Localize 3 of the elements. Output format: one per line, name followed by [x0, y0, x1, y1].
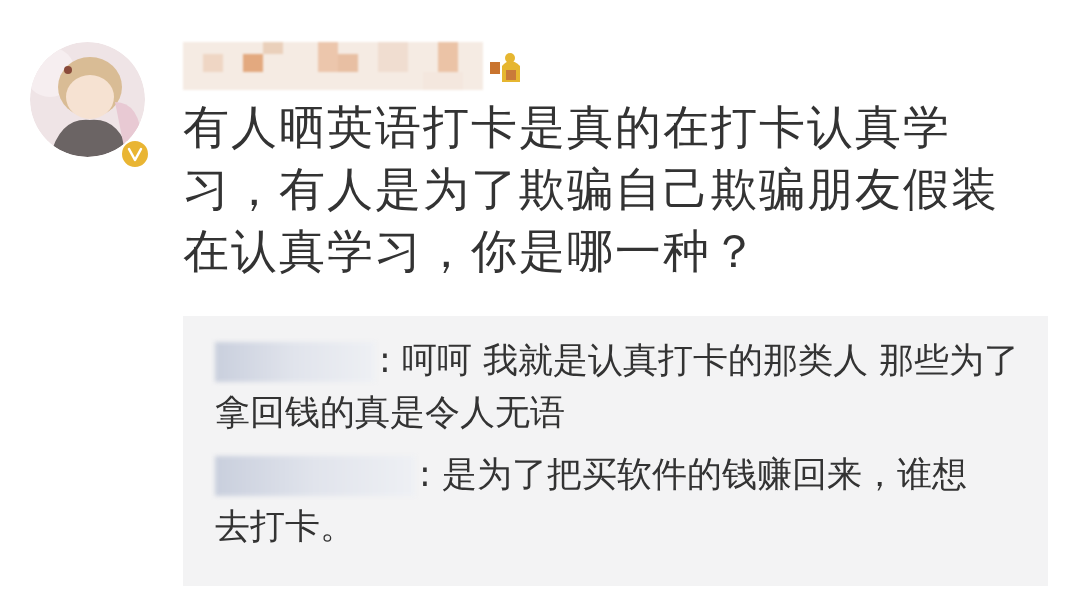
- comment-text: : 是为了把买软件的钱赚回来，谁想去打卡。: [215, 453, 968, 548]
- post-text: 有人晒英语打卡是真的在打卡认真学习，有人是为了欺骗自己欺骗朋友假装在认真学习，你是哪一种？: [183, 99, 1000, 280]
- comment-text: : 呵呵 我就是认真打卡的那类人 那些为了拿回钱的真是令人无语: [215, 339, 1021, 434]
